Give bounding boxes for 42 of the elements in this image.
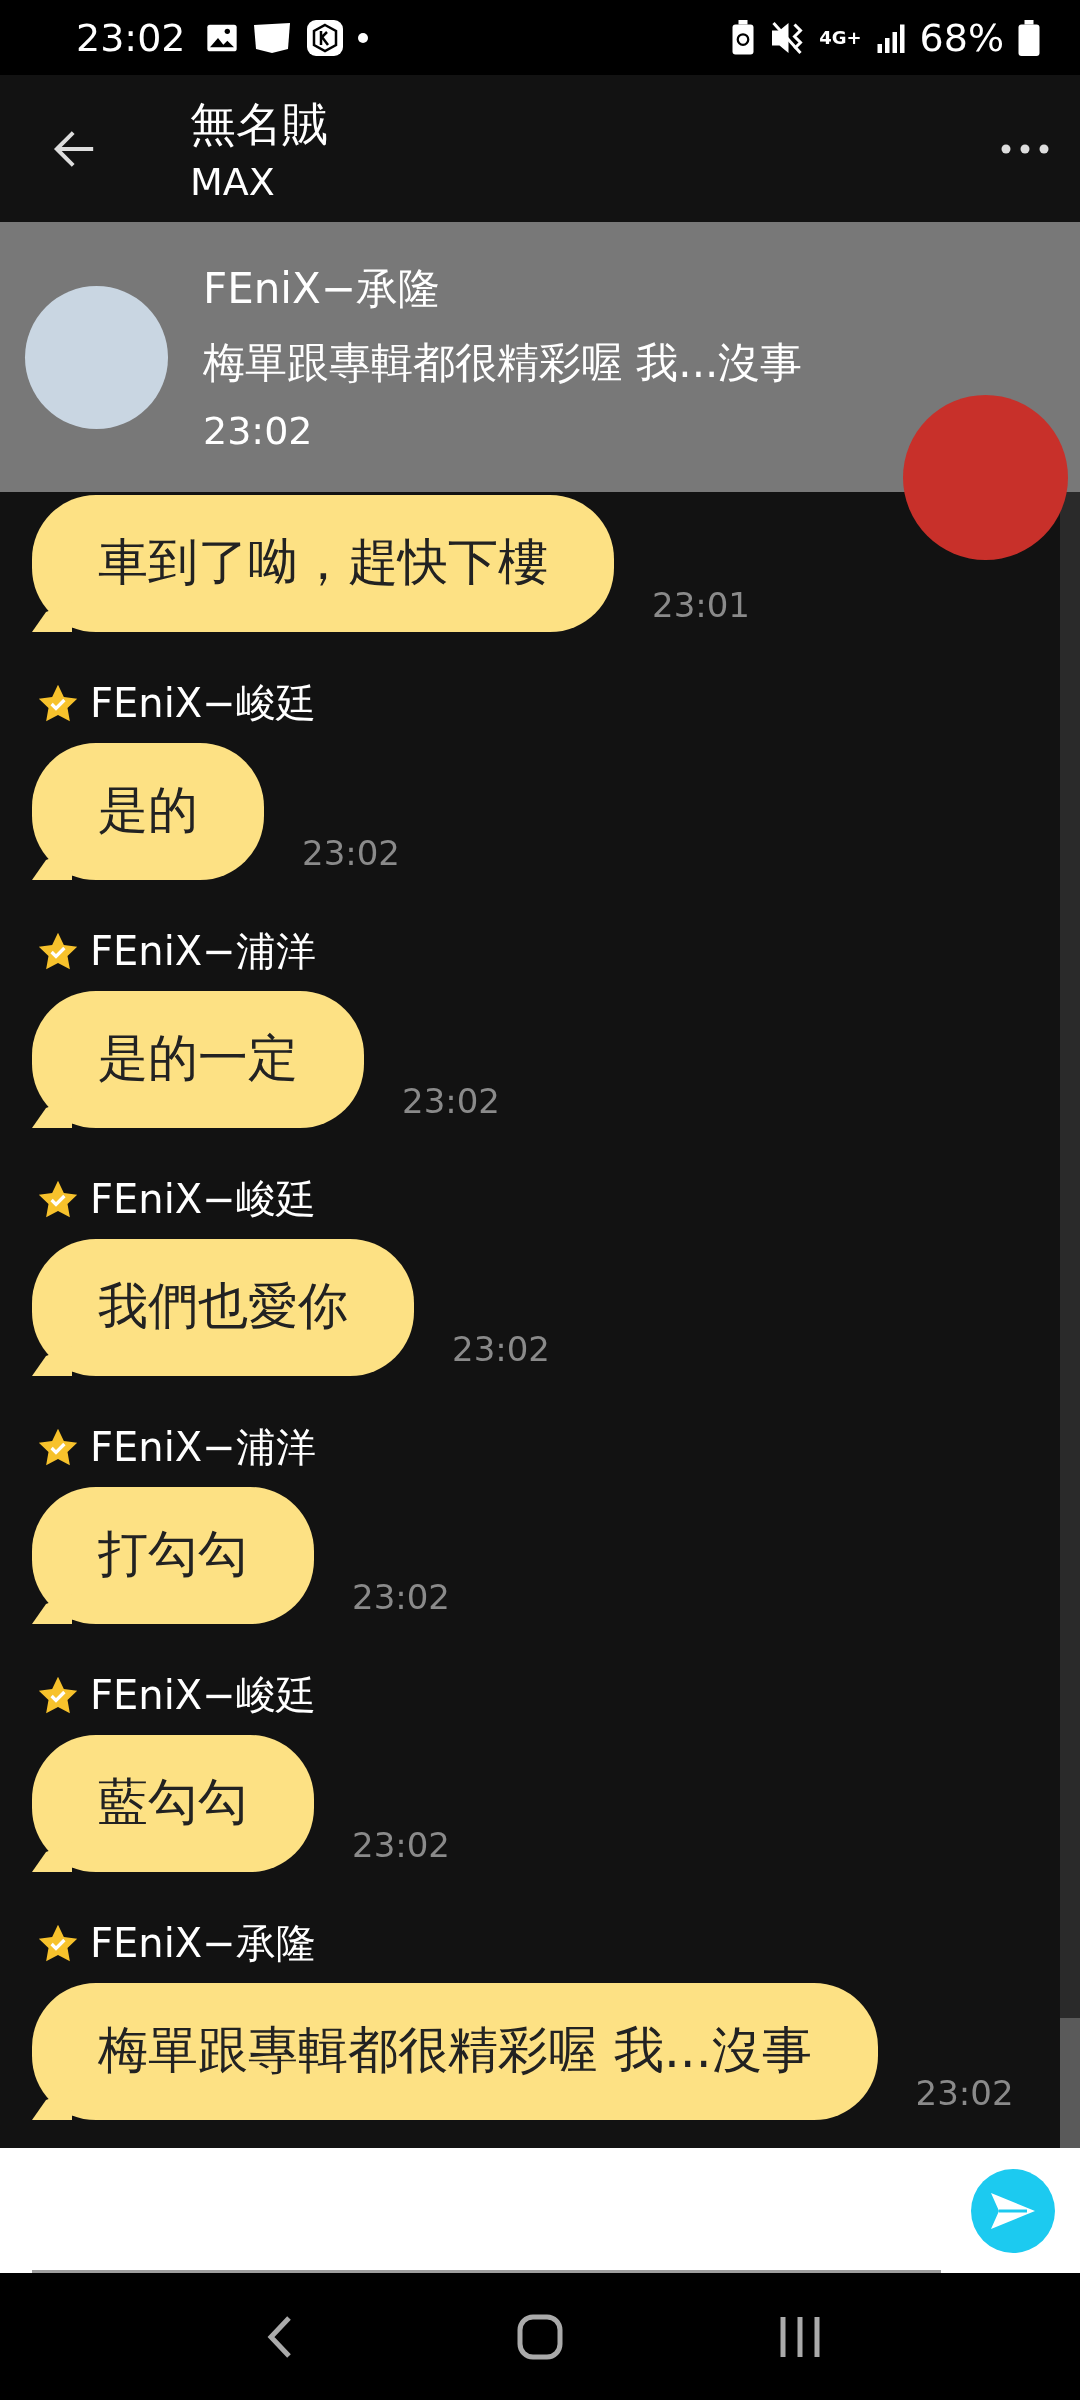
sender-name: FEniX−峻廷 <box>90 1671 316 1720</box>
vibrate-icon <box>769 20 806 55</box>
message-time: 23:02 <box>452 1330 550 1371</box>
message-input-bar[interactable] <box>0 2148 1080 2273</box>
app-icon <box>251 20 292 55</box>
message-bubble: 梅單跟專輯都很精彩喔 我...沒事 <box>32 1983 878 2120</box>
battery-icon <box>1018 19 1040 56</box>
chat-subtitle: MAX <box>190 159 276 204</box>
message-time: 23:02 <box>352 1578 450 1619</box>
message-bubble: 是的一定 <box>32 991 364 1128</box>
sender-name: FEniX−浦洋 <box>90 927 316 976</box>
message-bubble: 車到了呦，趕快下樓 <box>32 495 614 632</box>
notification-banner[interactable]: FEniX−承隆 梅單跟專輯都很精彩喔 我...沒事 23:02 <box>0 222 1080 492</box>
message-time: 23:02 <box>402 1082 500 1123</box>
home-icon <box>517 2313 563 2360</box>
sender-name: FEniX−承隆 <box>90 1919 316 1968</box>
recent-apps-icon <box>779 2314 821 2359</box>
message-time: 23:02 <box>302 834 400 875</box>
message-time: 23:01 <box>652 586 750 627</box>
notification-message: 梅單跟專輯都很精彩喔 我...沒事 <box>203 337 803 389</box>
message-time: 23:02 <box>352 1826 450 1867</box>
status-time: 23:02 <box>76 15 186 60</box>
dot-icon <box>357 32 368 43</box>
message-bubble: 是的 <box>32 743 264 880</box>
sender-name: FEniX−峻廷 <box>90 679 316 728</box>
image-icon <box>205 22 238 53</box>
sender-name: FEniX−峻廷 <box>90 1175 316 1224</box>
battery-percentage: 68% <box>919 15 1004 60</box>
notification-time: 23:02 <box>203 409 313 453</box>
network-type: 4G+ <box>819 27 862 48</box>
send-icon <box>989 2190 1037 2231</box>
message-time: 23:02 <box>915 2074 1014 2115</box>
sender-name: FEniX−浦洋 <box>90 1423 316 1472</box>
signal-icon <box>875 22 906 53</box>
more-icon <box>1001 143 1049 154</box>
battery-saver-icon <box>731 19 756 56</box>
message-bubble: 我們也愛你 <box>32 1239 414 1376</box>
chat-title: 無名賊 <box>190 95 329 153</box>
message-bubble: 打勾勾 <box>32 1487 314 1624</box>
message-bubble: 藍勾勾 <box>32 1735 314 1872</box>
notification-sender: FEniX−承隆 <box>203 263 441 315</box>
app-icon <box>305 18 344 57</box>
